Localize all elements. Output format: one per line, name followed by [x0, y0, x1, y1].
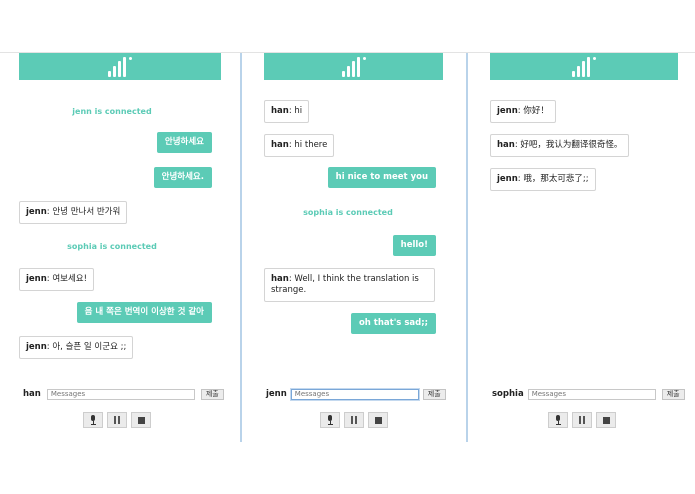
received-message: jenn: 안녕 만나서 반가워	[19, 201, 128, 224]
message-sender: jenn	[497, 174, 518, 184]
system-message: sophia is connected	[303, 208, 393, 217]
chat-header	[264, 53, 443, 80]
stop-button[interactable]	[368, 412, 388, 428]
received-message: han: Well, I think the translation is st…	[264, 268, 435, 302]
chat-panel-jenn: han: hi han: hi there hi nice to meet yo…	[264, 53, 466, 442]
received-message: jenn: 여보세요!	[19, 268, 95, 291]
message-sender: han	[271, 106, 289, 116]
sent-message: 음 내 쪽은 번역이 이상한 것 같아	[76, 302, 212, 323]
system-message: jenn is connected	[72, 107, 152, 116]
pause-button[interactable]	[107, 412, 127, 428]
pause-button[interactable]	[572, 412, 592, 428]
stop-button[interactable]	[596, 412, 616, 428]
message-input[interactable]	[527, 388, 656, 400]
received-message: jenn: 아, 슬픈 일 이군요 ;;	[19, 336, 134, 359]
audio-controls	[320, 412, 388, 428]
chat-header	[490, 53, 678, 80]
app-logo-icon	[108, 56, 132, 77]
sent-message: 안녕하세요.	[153, 167, 212, 188]
received-message: jenn: 你好！	[490, 100, 556, 123]
submit-button[interactable]: 제출	[200, 388, 224, 400]
received-message: jenn: 哦，那太可悲了;;	[490, 168, 596, 191]
system-message: sophia is connected	[67, 242, 157, 251]
message-sender: han	[271, 140, 289, 150]
sent-message: 안녕하세요	[156, 132, 212, 153]
chat-panel-sophia: jenn: 你好！ han: 好吧，我认为翻译很奇怪。 jenn: 哦，那太可悲…	[490, 53, 692, 442]
message-sender: jenn	[497, 106, 518, 116]
pause-icon	[579, 416, 585, 424]
message-sender: jenn	[26, 207, 47, 217]
message-sender: han	[497, 140, 515, 150]
compose-row: jenn 제출	[266, 387, 468, 401]
app-logo-icon	[341, 56, 366, 77]
message-input[interactable]	[290, 388, 419, 400]
message-text: : 你好！	[517, 106, 549, 116]
message-sender: jenn	[26, 342, 47, 352]
current-user-label: jenn	[266, 389, 287, 399]
message-sender: han	[271, 274, 289, 284]
message-text: : hi	[288, 106, 303, 116]
current-user-label: sophia	[492, 389, 524, 399]
compose-row: han 제출	[23, 387, 225, 401]
audio-controls	[548, 412, 616, 428]
message-text: : 여보세요!	[46, 274, 88, 284]
mic-icon	[89, 415, 97, 425]
current-user-label: han	[23, 389, 41, 399]
stop-icon	[137, 416, 145, 424]
message-input[interactable]	[46, 388, 195, 400]
stop-button[interactable]	[131, 412, 151, 428]
app-logo-icon	[572, 56, 596, 77]
message-sender: jenn	[26, 274, 47, 284]
mic-icon	[326, 415, 334, 425]
pause-button[interactable]	[344, 412, 364, 428]
message-text: : 好吧，我认为翻译很奇怪。	[514, 140, 623, 150]
sent-message: hello!	[392, 235, 436, 256]
chat-header	[19, 53, 221, 80]
message-text: : 哦，那太可悲了;;	[517, 174, 589, 184]
sent-message: hi nice to meet you	[327, 167, 436, 188]
submit-button[interactable]: 제출	[661, 388, 685, 400]
pause-icon	[351, 416, 357, 424]
audio-controls	[83, 412, 151, 428]
compose-row: sophia 제출	[492, 387, 694, 401]
received-message: han: 好吧，我认为翻译很奇怪。	[490, 134, 630, 157]
mic-icon	[554, 415, 562, 425]
pause-icon	[114, 416, 120, 424]
submit-button[interactable]: 제출	[422, 388, 446, 400]
record-button[interactable]	[320, 412, 340, 428]
record-button[interactable]	[548, 412, 568, 428]
message-text: : 안녕 만나서 반가워	[46, 207, 121, 217]
stop-icon	[602, 416, 610, 424]
chat-panel-han: jenn is connected 안녕하세요 안녕하세요. jenn: 안녕 …	[19, 53, 224, 442]
message-text: : 아, 슬픈 일 이군요 ;;	[46, 342, 127, 352]
panel-divider	[240, 53, 242, 442]
message-text: : hi there	[288, 140, 328, 150]
received-message: han: hi there	[264, 134, 335, 157]
message-text: : Well, I think the translation is stran…	[271, 274, 419, 295]
received-message: han: hi	[264, 100, 310, 123]
stop-icon	[374, 416, 382, 424]
panel-divider	[466, 53, 468, 442]
sent-message: oh that's sad;;	[350, 313, 436, 334]
record-button[interactable]	[83, 412, 103, 428]
